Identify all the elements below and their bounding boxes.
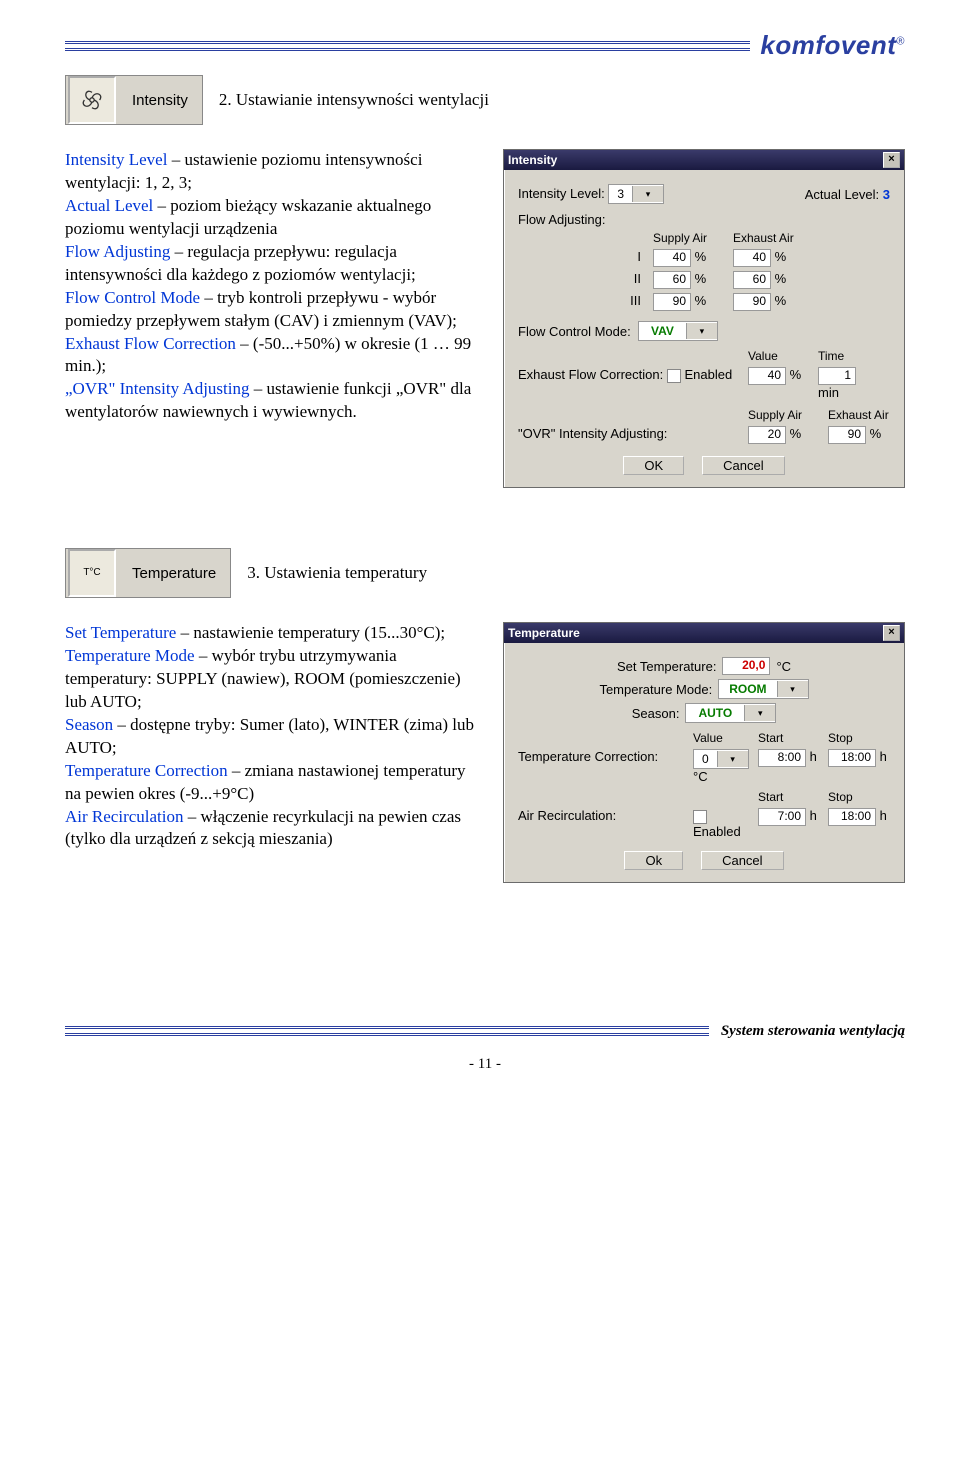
ovr-exhaust-hdr: Exhaust Air	[828, 408, 908, 422]
ar-checkbox[interactable]	[693, 810, 707, 824]
actual-level-value: 3	[883, 187, 890, 202]
section2-heading: 3. Ustawienia temperatury	[247, 563, 427, 583]
supply-2-input[interactable]: 60	[653, 271, 691, 289]
intensity-close-icon[interactable]: ×	[883, 152, 900, 168]
exhaust-1-input[interactable]: 40	[733, 249, 771, 267]
temperature-button[interactable]: T°C Temperature	[65, 548, 231, 598]
set-temp-input[interactable]: 20,0	[722, 657, 770, 675]
value-hdr: Value	[748, 349, 818, 363]
temperature-close-icon[interactable]: ×	[883, 625, 900, 641]
supply-3-input[interactable]: 90	[653, 293, 691, 311]
intensity-button-label: Intensity	[118, 92, 202, 109]
temperature-dialog: Temperature × Set Temperature: 20,0 °C T…	[503, 622, 905, 883]
tc-label: Temperature Correction:	[518, 749, 693, 784]
tc-start-input[interactable]: 8:00	[758, 749, 806, 767]
ar-start-input[interactable]: 7:00	[758, 808, 806, 826]
temp-mode-select[interactable]: ROOM▾	[718, 679, 808, 699]
flow-control-mode-select[interactable]: VAV▾	[638, 321, 718, 341]
set-temp-label: Set Temperature:	[617, 659, 716, 674]
flow-control-mode-label: Flow Control Mode:	[518, 324, 631, 339]
ovr-supply-hdr: Supply Air	[748, 408, 828, 422]
temp-cancel-button[interactable]: Cancel	[701, 851, 783, 870]
intensity-dialog: Intensity × Intensity Level: 3▾ Actual L…	[503, 149, 905, 488]
season-select[interactable]: AUTO▾	[685, 703, 776, 723]
fan-icon	[68, 76, 116, 124]
ovr-supply-input[interactable]: 20	[748, 426, 786, 444]
level-2-label: II	[518, 271, 653, 289]
efc-value-input[interactable]: 40	[748, 367, 786, 385]
ar-start-hdr: Start	[758, 790, 828, 804]
temperature-dialog-title: Temperature	[508, 626, 580, 640]
efc-enabled-label: Enabled	[684, 367, 732, 382]
ovr-exhaust-input[interactable]: 90	[828, 426, 866, 444]
tc-start-hdr: Start	[758, 731, 828, 745]
level-1-label: I	[518, 249, 653, 267]
footer-label: System sterowania wentylacją	[709, 1023, 905, 1040]
brand-logo: komfovent®	[750, 30, 905, 61]
season-label: Season:	[632, 706, 680, 721]
temperature-icon: T°C	[68, 549, 116, 597]
intensity-level-label: Intensity Level:	[518, 186, 605, 201]
tc-stop-input[interactable]: 18:00	[828, 749, 876, 767]
intensity-ok-button[interactable]: OK	[623, 456, 684, 475]
intensity-button[interactable]: Intensity	[65, 75, 203, 125]
efc-label: Exhaust Flow Correction:	[518, 367, 663, 382]
supply-1-input[interactable]: 40	[653, 249, 691, 267]
section2-body: Set Temperature – nastawienie temperatur…	[65, 622, 485, 851]
temperature-button-label: Temperature	[118, 565, 230, 582]
temp-ok-button[interactable]: Ok	[624, 851, 683, 870]
flow-adjusting-label: Flow Adjusting:	[518, 212, 605, 227]
tc-stop-hdr: Stop	[828, 731, 898, 745]
supply-air-hdr: Supply Air	[653, 231, 733, 245]
tc-value-hdr: Value	[693, 731, 758, 745]
level-3-label: III	[518, 293, 653, 311]
exhaust-2-input[interactable]: 60	[733, 271, 771, 289]
tc-value-select[interactable]: 0▾	[693, 749, 749, 769]
exhaust-3-input[interactable]: 90	[733, 293, 771, 311]
intensity-level-select[interactable]: 3▾	[608, 184, 664, 204]
ar-enabled-label: Enabled	[693, 824, 741, 839]
time-hdr: Time	[818, 349, 878, 363]
footer-rule	[65, 1026, 709, 1036]
ar-stop-input[interactable]: 18:00	[828, 808, 876, 826]
actual-level-label: Actual Level:	[805, 187, 879, 202]
intensity-cancel-button[interactable]: Cancel	[702, 456, 784, 475]
efc-time-input[interactable]: 1	[818, 367, 856, 385]
section1-heading: 2. Ustawianie intensywności wentylacji	[219, 90, 489, 110]
ar-stop-hdr: Stop	[828, 790, 898, 804]
header-rule	[65, 41, 750, 51]
exhaust-air-hdr: Exhaust Air	[733, 231, 813, 245]
efc-checkbox[interactable]	[667, 369, 681, 383]
temp-mode-label: Temperature Mode:	[599, 682, 712, 697]
section1-body: Intensity Level – ustawienie poziomu int…	[65, 149, 485, 424]
intensity-dialog-title: Intensity	[508, 153, 557, 167]
ar-label: Air Recirculation:	[518, 808, 693, 839]
ovr-label: "OVR" Intensity Adjusting:	[518, 426, 748, 444]
page-number: - 11 -	[65, 1056, 905, 1073]
